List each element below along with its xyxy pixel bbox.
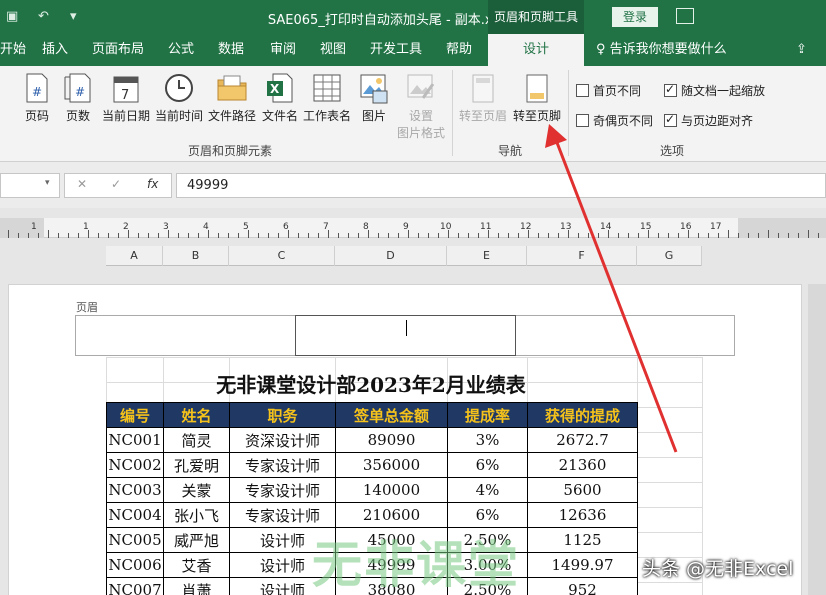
arrow-head	[545, 124, 567, 148]
watermark: 无非课堂	[312, 536, 520, 594]
annotation-arrow	[545, 124, 678, 453]
credit-text: 头条 @无非Excel	[642, 558, 794, 580]
